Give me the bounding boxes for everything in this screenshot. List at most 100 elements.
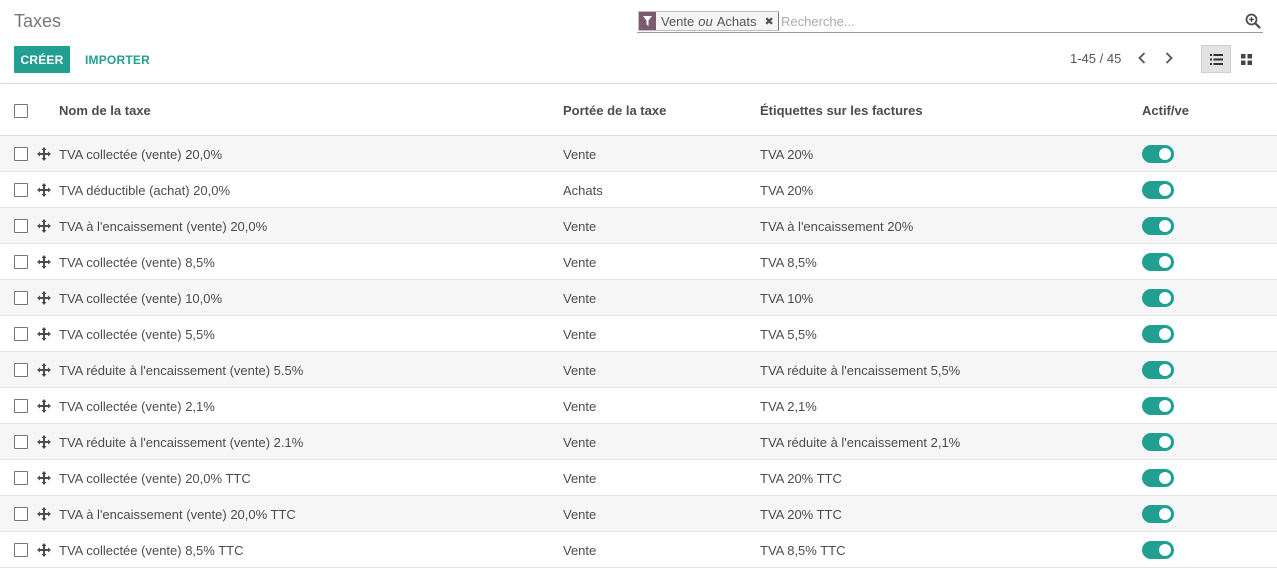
- row-checkbox[interactable]: [14, 543, 28, 557]
- table-header: Nom de la taxe Portée de la taxe Étiquet…: [0, 85, 1277, 136]
- cell-invoice-tags: TVA 5,5%: [760, 327, 817, 342]
- cell-invoice-tags: TVA 20% TTC: [760, 471, 842, 486]
- row-checkbox[interactable]: [14, 291, 28, 305]
- table-row[interactable]: TVA collectée (vente) 2,1% Vente TVA 2,1%: [0, 388, 1277, 424]
- cell-tax-scope: Vente: [563, 291, 597, 306]
- table-row[interactable]: TVA à l'encaissement (vente) 20,0% Vente T…: [0, 208, 1277, 244]
- table-row[interactable]: TVA collectée (vente) 20,0% TTC Vente TVA …: [0, 460, 1277, 496]
- row-checkbox[interactable]: [14, 327, 28, 341]
- drag-handle-icon[interactable]: [37, 363, 51, 377]
- row-checkbox[interactable]: [14, 183, 28, 197]
- cell-tax-name: TVA déductible (achat) 20,0%: [59, 183, 231, 198]
- active-toggle[interactable]: [1142, 253, 1174, 271]
- remove-facet-icon[interactable]: ✖: [764, 15, 773, 28]
- control-panel: Taxes CRÉER IMPORTER Vente ou Achats ✖ 1…: [0, 0, 1277, 84]
- cell-invoice-tags: TVA 8,5%: [760, 255, 817, 270]
- drag-handle-icon[interactable]: [37, 291, 51, 305]
- row-checkbox[interactable]: [14, 435, 28, 449]
- search-icon[interactable]: [1245, 13, 1261, 29]
- drag-handle-icon[interactable]: [37, 219, 51, 233]
- row-checkbox[interactable]: [14, 507, 28, 521]
- import-button[interactable]: IMPORTER: [85, 46, 150, 73]
- column-header-tags[interactable]: Étiquettes sur les factures: [760, 103, 923, 118]
- drag-handle-icon[interactable]: [37, 435, 51, 449]
- table-row[interactable]: TVA collectée (vente) 5,5% Vente TVA 5,5%: [0, 316, 1277, 352]
- taxes-table: Nom de la taxe Portée de la taxe Étiquet…: [0, 85, 1277, 568]
- facet-values: Vente ou Achats ✖: [656, 12, 778, 30]
- active-toggle[interactable]: [1142, 541, 1174, 559]
- pager-value[interactable]: 1-45 / 45: [1070, 51, 1121, 66]
- facet-separator: ou: [698, 13, 713, 29]
- active-toggle[interactable]: [1142, 181, 1174, 199]
- filter-icon: [639, 12, 656, 30]
- cell-tax-scope: Vente: [563, 147, 597, 162]
- row-checkbox[interactable]: [14, 471, 28, 485]
- table-row[interactable]: TVA collectée (vente) 20,0% Vente TVA 20%: [0, 136, 1277, 172]
- select-all-checkbox[interactable]: [14, 104, 28, 118]
- list-view-icon[interactable]: [1201, 45, 1231, 73]
- table-row[interactable]: TVA collectée (vente) 8,5% TTC Vente TVA 8…: [0, 532, 1277, 568]
- active-toggle[interactable]: [1142, 325, 1174, 343]
- cell-invoice-tags: TVA 2,1%: [760, 399, 817, 414]
- cell-invoice-tags: TVA 20%: [760, 183, 814, 198]
- active-toggle[interactable]: [1142, 361, 1174, 379]
- active-toggle[interactable]: [1142, 217, 1174, 235]
- drag-handle-icon[interactable]: [37, 255, 51, 269]
- search-bar: Vente ou Achats ✖: [637, 10, 1263, 33]
- cell-invoice-tags: TVA 10%: [760, 291, 814, 306]
- cell-tax-name: TVA réduite à l'encaissement (vente) 5.5…: [59, 363, 304, 378]
- chevron-right-icon[interactable]: [1160, 48, 1178, 68]
- row-checkbox[interactable]: [14, 399, 28, 413]
- drag-handle-icon[interactable]: [37, 507, 51, 521]
- cell-invoice-tags: TVA réduite à l'encaissement 2,1%: [760, 435, 961, 450]
- cell-tax-name: TVA collectée (vente) 20,0% TTC: [59, 471, 251, 486]
- cell-tax-name: TVA collectée (vente) 8,5% TTC: [59, 543, 244, 558]
- cell-tax-scope: Vente: [563, 327, 597, 342]
- kanban-view-icon[interactable]: [1231, 45, 1261, 73]
- row-checkbox[interactable]: [14, 147, 28, 161]
- cell-tax-name: TVA collectée (vente) 10,0%: [59, 291, 223, 306]
- active-toggle[interactable]: [1142, 145, 1174, 163]
- active-toggle[interactable]: [1142, 289, 1174, 307]
- cell-tax-name: TVA à l'encaissement (vente) 20,0% TTC: [59, 507, 296, 522]
- active-toggle[interactable]: [1142, 397, 1174, 415]
- drag-handle-icon[interactable]: [37, 147, 51, 161]
- table-row[interactable]: TVA à l'encaissement (vente) 20,0% TTC Ve…: [0, 496, 1277, 532]
- table-row[interactable]: TVA réduite à l'encaissement (vente) 2.1…: [0, 424, 1277, 460]
- cell-tax-scope: Vente: [563, 435, 597, 450]
- search-input[interactable]: [778, 12, 1238, 30]
- facet-value-achats: Achats: [716, 13, 757, 29]
- column-header-scope[interactable]: Portée de la taxe: [563, 103, 666, 118]
- cell-tax-scope: Vente: [563, 363, 597, 378]
- drag-handle-icon[interactable]: [37, 327, 51, 341]
- drag-handle-icon[interactable]: [37, 471, 51, 485]
- search-facet[interactable]: Vente ou Achats ✖: [638, 11, 779, 31]
- drag-handle-icon[interactable]: [37, 399, 51, 413]
- cell-tax-name: TVA collectée (vente) 5,5%: [59, 327, 215, 342]
- cell-tax-scope: Achats: [563, 183, 603, 198]
- cell-tax-scope: Vente: [563, 543, 597, 558]
- row-checkbox[interactable]: [14, 255, 28, 269]
- active-toggle[interactable]: [1142, 433, 1174, 451]
- cell-invoice-tags: TVA 8,5% TTC: [760, 543, 846, 558]
- drag-handle-icon[interactable]: [37, 543, 51, 557]
- table-row[interactable]: TVA déductible (achat) 20,0% Achats TVA 20…: [0, 172, 1277, 208]
- row-checkbox[interactable]: [14, 219, 28, 233]
- cell-tax-scope: Vente: [563, 471, 597, 486]
- active-toggle[interactable]: [1142, 505, 1174, 523]
- column-header-active[interactable]: Actif/ve: [1142, 103, 1189, 118]
- column-header-name[interactable]: Nom de la taxe: [59, 103, 151, 118]
- cell-tax-name: TVA collectée (vente) 2,1%: [59, 399, 215, 414]
- active-toggle[interactable]: [1142, 469, 1174, 487]
- cell-invoice-tags: TVA réduite à l'encaissement 5,5%: [760, 363, 961, 378]
- create-button[interactable]: CRÉER: [14, 46, 70, 73]
- drag-handle-icon[interactable]: [37, 183, 51, 197]
- cell-tax-name: TVA à l'encaissement (vente) 20,0%: [59, 219, 268, 234]
- table-row[interactable]: TVA collectée (vente) 8,5% Vente TVA 8,5%: [0, 244, 1277, 280]
- table-row[interactable]: TVA collectée (vente) 10,0% Vente TVA 10%: [0, 280, 1277, 316]
- cell-invoice-tags: TVA 20%: [760, 147, 814, 162]
- row-checkbox[interactable]: [14, 363, 28, 377]
- chevron-left-icon[interactable]: [1133, 48, 1151, 68]
- table-row[interactable]: TVA réduite à l'encaissement (vente) 5.5…: [0, 352, 1277, 388]
- cell-tax-name: TVA réduite à l'encaissement (vente) 2.1…: [59, 435, 304, 450]
